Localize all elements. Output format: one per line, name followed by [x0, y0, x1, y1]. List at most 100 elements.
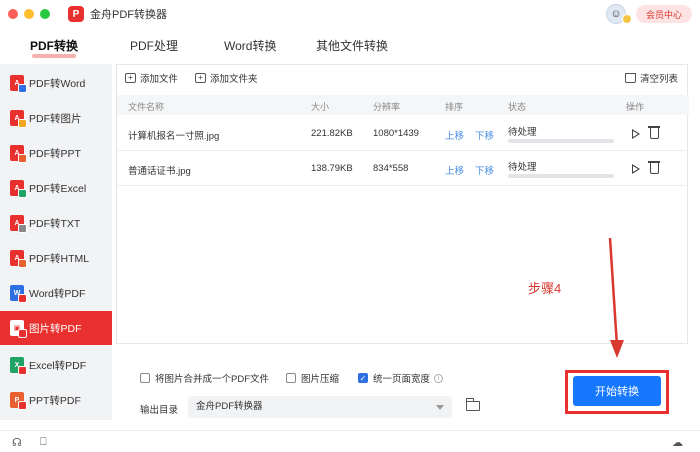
add-file-label: 添加文件: [140, 74, 179, 85]
clear-list-button[interactable]: 清空列表: [625, 71, 678, 85]
pdf-to-html-icon: A: [10, 250, 27, 268]
file-size: 221.82KB: [311, 128, 353, 139]
file-resolution: 834*558: [373, 163, 409, 174]
status-bar: ☊ ⎕ ☁: [0, 430, 700, 452]
title-bar: P 金舟PDF转换器: [0, 0, 700, 28]
table-row[interactable]: 普通话证书.jpg 138.79KB 834*558 上移 下移 待处理: [117, 152, 689, 186]
delete-icon[interactable]: [648, 126, 660, 139]
pdf-to-word-icon: A: [10, 75, 27, 93]
sidebar-item-label: PDF转图片: [29, 112, 82, 125]
status-text: 待处理: [508, 162, 537, 173]
file-resolution: 1080*1439: [373, 128, 419, 139]
progress-bar: [508, 139, 614, 143]
pdf-to-txt-icon: A: [10, 215, 27, 233]
sidebar-item-label: PDF转PPT: [29, 147, 81, 160]
column-header-name: 文件名称: [128, 102, 165, 112]
ppt-to-pdf-icon: P: [10, 392, 27, 410]
member-center-button[interactable]: 会员中心: [636, 5, 692, 23]
sidebar-item-pdf-to-txt[interactable]: A PDF转TXT: [0, 206, 112, 240]
move-down-button[interactable]: 下移: [475, 128, 494, 142]
book-icon[interactable]: ⎕: [40, 436, 47, 449]
pdf-to-ppt-icon: A: [10, 145, 27, 163]
app-logo-icon: P: [68, 6, 84, 22]
sidebar-item-label: PDF转Word: [29, 77, 86, 90]
add-folder-icon: +: [195, 73, 206, 83]
sidebar-item-image-to-pdf[interactable]: ▣ 图片转PDF: [0, 311, 112, 345]
compress-checkbox[interactable]: 图片压缩: [286, 371, 339, 385]
file-size: 138.79KB: [311, 163, 353, 174]
chevron-down-icon: [436, 405, 444, 410]
column-header-status: 状态: [508, 102, 527, 112]
sidebar-item-pdf-to-ppt[interactable]: A PDF转PPT: [0, 136, 112, 170]
column-header-action: 操作: [626, 102, 645, 112]
start-convert-button[interactable]: 开始转换: [573, 376, 661, 406]
sidebar: A PDF转Word A PDF转图片 A PDF转PPT A PDF转Exce…: [0, 64, 112, 420]
trash-icon: [625, 73, 636, 83]
column-header-order: 排序: [445, 102, 464, 112]
unify-width-checkbox-label: 统一页面宽度: [373, 374, 431, 385]
sidebar-item-pdf-to-word[interactable]: A PDF转Word: [0, 66, 112, 100]
sidebar-item-label: 图片转PDF: [29, 322, 82, 335]
window-controls: [8, 9, 50, 19]
step-annotation: 步骤4: [528, 281, 562, 296]
headset-icon[interactable]: ☊: [12, 436, 22, 449]
image-to-pdf-icon: ▣: [10, 320, 27, 338]
pdf-to-image-icon: A: [10, 110, 27, 128]
progress-bar: [508, 174, 614, 178]
merge-checkbox-box[interactable]: [140, 373, 150, 383]
app-title: 金舟PDF转换器: [90, 9, 167, 21]
play-icon[interactable]: [632, 164, 640, 174]
delete-icon[interactable]: [648, 161, 660, 174]
sidebar-item-label: Word转PDF: [29, 287, 86, 300]
pdf-to-excel-icon: A: [10, 180, 27, 198]
excel-to-pdf-icon: X: [10, 357, 27, 375]
close-window-button[interactable]: [8, 9, 18, 19]
sidebar-item-pdf-to-excel[interactable]: A PDF转Excel: [0, 171, 112, 205]
move-up-button[interactable]: 上移: [445, 128, 464, 142]
sidebar-item-ppt-to-pdf[interactable]: P PPT转PDF: [0, 383, 112, 417]
minimize-window-button[interactable]: [24, 9, 34, 19]
output-dir-value: 金舟PDF转换器: [196, 401, 263, 412]
tab-pdf-process[interactable]: PDF处理: [130, 37, 178, 54]
sidebar-item-pdf-to-html[interactable]: A PDF转HTML: [0, 241, 112, 275]
tab-word-convert[interactable]: Word转换: [224, 37, 276, 54]
sidebar-item-label: Excel转PDF: [29, 359, 87, 372]
move-down-button[interactable]: 下移: [475, 163, 494, 177]
play-icon[interactable]: [632, 129, 640, 139]
table-header: 文件名称 大小 分辨率 排序 状态 操作: [117, 95, 689, 115]
active-tab-indicator: [32, 54, 76, 58]
merge-checkbox[interactable]: 将图片合并成一个PDF文件: [140, 371, 269, 385]
clear-list-label: 清空列表: [640, 74, 679, 85]
table-row[interactable]: 计算机报名一寸照.jpg 221.82KB 1080*1439 上移 下移 待处…: [117, 117, 689, 151]
tab-pdf-convert[interactable]: PDF转换: [30, 37, 78, 54]
status-text: 待处理: [508, 127, 537, 138]
sidebar-item-label: PPT转PDF: [29, 394, 81, 407]
unify-width-checkbox-box[interactable]: ✓: [358, 373, 368, 383]
column-header-size: 大小: [311, 102, 330, 112]
column-header-resolution: 分辨率: [373, 102, 401, 112]
unify-width-checkbox[interactable]: ✓ 统一页面宽度 i: [358, 371, 444, 385]
red-arrow-annotation: [608, 237, 624, 358]
sidebar-item-label: PDF转HTML: [29, 252, 90, 265]
move-up-button[interactable]: 上移: [445, 163, 464, 177]
compress-checkbox-box[interactable]: [286, 373, 296, 383]
merge-checkbox-label: 将图片合并成一个PDF文件: [155, 374, 270, 385]
output-dir-select[interactable]: 金舟PDF转换器: [188, 396, 452, 418]
file-name: 计算机报名一寸照.jpg: [128, 131, 220, 142]
folder-icon[interactable]: [466, 398, 480, 411]
sidebar-item-label: PDF转TXT: [29, 217, 81, 230]
add-file-button[interactable]: + 添加文件: [125, 71, 178, 85]
maximize-window-button[interactable]: [40, 9, 50, 19]
sidebar-item-pdf-to-image[interactable]: A PDF转图片: [0, 101, 112, 135]
sidebar-item-label: PDF转Excel: [29, 182, 87, 195]
tab-other-convert[interactable]: 其他文件转换: [316, 37, 388, 54]
vip-badge-icon: [622, 14, 632, 24]
add-file-icon: +: [125, 73, 136, 83]
info-icon[interactable]: i: [434, 373, 444, 383]
add-folder-button[interactable]: + 添加文件夹: [195, 71, 258, 85]
sidebar-item-word-to-pdf[interactable]: W Word转PDF: [0, 276, 112, 310]
sidebar-item-excel-to-pdf[interactable]: X Excel转PDF: [0, 348, 112, 382]
output-dir-label: 输出目录: [140, 405, 179, 416]
cloud-upload-icon[interactable]: ☁: [672, 436, 683, 449]
main-tabs: PDF转换 PDF处理 Word转换 其他文件转换: [0, 28, 700, 64]
